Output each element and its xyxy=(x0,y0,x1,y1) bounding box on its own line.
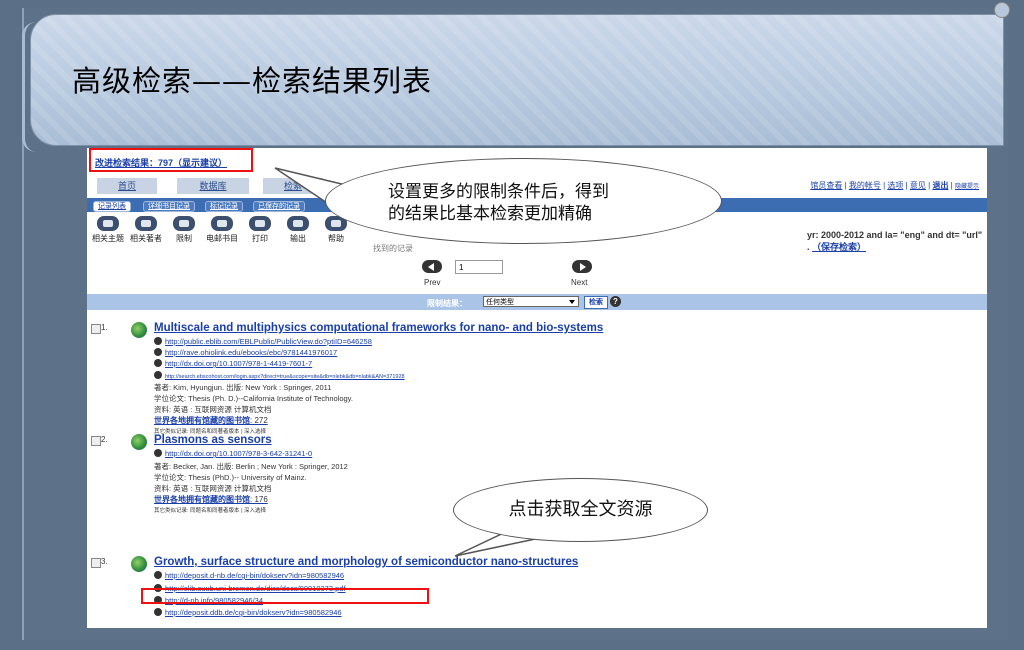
next-label[interactable]: Next xyxy=(571,278,587,287)
record-title[interactable]: Multiscale and multiphysics computationa… xyxy=(154,322,603,334)
slide-title: 高级检索——检索结果列表 xyxy=(72,64,433,98)
link-my-account[interactable]: 我的帐号 xyxy=(849,181,881,190)
holdings-link[interactable]: 世界各地拥有馆藏的图书馆: 272 xyxy=(154,415,268,426)
fulltext-link[interactable]: http://deposit.ddb.de/cgi-bin/dokserv?id… xyxy=(154,608,342,617)
email-button[interactable]: 电邮书目 xyxy=(203,216,241,244)
record-number: 3. xyxy=(101,557,108,566)
limit-icon xyxy=(173,216,195,231)
subtab-marked-records[interactable]: 标记记录 xyxy=(205,201,243,212)
tab-database[interactable]: 数据库 xyxy=(177,178,249,194)
page-input[interactable]: 1 xyxy=(455,260,503,274)
save-search-link[interactable]: （保存检索） xyxy=(812,242,866,252)
tab-search[interactable]: 检索 xyxy=(263,178,323,194)
record-thesis: 学位论文: Thesis (PhD.)-- University of Main… xyxy=(154,473,307,482)
fulltext-link-highlight xyxy=(141,588,429,604)
globe-icon xyxy=(131,434,147,450)
pager: 1 Prev Next xyxy=(87,260,987,294)
callout-top-line1: 设置更多的限制条件后，得到 xyxy=(388,182,609,202)
export-button[interactable]: 输出 xyxy=(279,216,317,244)
record-author: 著者: Kim, Hyungjun. 出版: New York : Spring… xyxy=(154,383,332,392)
print-icon xyxy=(249,216,271,231)
related-subjects-button[interactable]: 相关主题 xyxy=(89,216,127,244)
callout-top-line2: 的结果比基本检索更加精确 xyxy=(388,204,592,224)
link-hide-tips[interactable]: 隐藏提示 xyxy=(955,184,979,190)
top-links: 馆员查看 | 我的帐号 | 选项 | 意见 | 退出 | 隐藏提示 xyxy=(810,181,979,190)
next-arrow-icon[interactable] xyxy=(572,260,592,273)
record-author: 著者: Becker, Jan. 出版: Berlin ; New York :… xyxy=(154,462,348,471)
subtab-detailed-record[interactable]: 详细书目记录 xyxy=(143,201,195,212)
holdings-label: 世界各地拥有馆藏的图书馆 xyxy=(154,416,250,425)
tab-home[interactable]: 首页 xyxy=(97,178,157,194)
email-icon xyxy=(211,216,233,231)
record-resource: 资料: 英语 : 互联网资源 计算机文档 xyxy=(154,484,272,493)
record-title[interactable]: Growth, surface structure and morphology… xyxy=(154,556,578,568)
callout-fulltext: 点击获取全文资源 xyxy=(453,478,708,542)
link-options[interactable]: 选项 xyxy=(887,181,903,190)
record-number: 2. xyxy=(101,435,108,444)
holdings-count: : 176 xyxy=(250,495,268,504)
holdings-label: 世界各地拥有馆藏的图书馆 xyxy=(154,495,250,504)
limit-button[interactable]: 限制 xyxy=(165,216,203,244)
subtab-record-list[interactable]: 记录列表 xyxy=(93,201,131,212)
scroll-curl-decoration xyxy=(22,22,43,152)
prev-arrow-icon[interactable] xyxy=(422,260,442,273)
record-checkbox[interactable] xyxy=(91,324,101,334)
globe-icon xyxy=(131,322,147,338)
similar-records[interactable]: 其它类似记录: 同题名和同著者版本 | 深入选择 xyxy=(154,506,266,514)
fulltext-link[interactable]: http://rave.ohiolink.edu/ebooks/ebc/9781… xyxy=(154,348,337,357)
holdings-link[interactable]: 世界各地拥有馆藏的图书馆: 176 xyxy=(154,494,268,505)
filter-label: 限制结果： xyxy=(427,299,467,308)
export-icon xyxy=(287,216,309,231)
query-summary: yr: 2000-2012 and la= "eng" and dt= "url… xyxy=(807,230,987,253)
record-thesis: 学位论文: Thesis (Ph. D.)--California Instit… xyxy=(154,394,353,403)
fulltext-link[interactable]: http://deposit.d-nb.de/cgi-bin/dokserv?i… xyxy=(154,571,344,580)
callout-more-limits: 设置更多的限制条件后，得到 的结果比基本检索更加精确 xyxy=(325,158,722,244)
print-button[interactable]: 打印 xyxy=(241,216,279,244)
link-feedback[interactable]: 意见 xyxy=(910,181,926,190)
related-subjects-icon xyxy=(97,216,119,231)
related-authors-icon xyxy=(135,216,157,231)
type-select[interactable]: 任何类型 xyxy=(483,296,579,307)
fulltext-link[interactable]: http://search.ebscohost.com/login.aspx?d… xyxy=(154,371,405,380)
subtab-saved-records[interactable]: 已保存的记录 xyxy=(253,201,305,212)
filter-search-button[interactable]: 检索 xyxy=(584,296,608,309)
link-staff-view[interactable]: 馆员查看 xyxy=(810,181,842,190)
record-checkbox[interactable] xyxy=(91,558,101,568)
found-records-text: 找到的记录 xyxy=(373,244,413,253)
fulltext-link[interactable]: http://dx.doi.org/10.1007/978-3-642-3124… xyxy=(154,449,312,458)
scroll-fold-decoration xyxy=(994,2,1010,18)
results-header[interactable]: 改进检索结果：797（显示建议） xyxy=(95,156,227,169)
record-resource: 资料: 英语 : 互联网资源 计算机文档 xyxy=(154,405,272,414)
record-checkbox[interactable] xyxy=(91,436,101,446)
related-authors-button[interactable]: 相关著者 xyxy=(127,216,165,244)
help-circle-icon[interactable]: ? xyxy=(610,296,621,307)
record-title[interactable]: Plasmons as sensors xyxy=(154,434,272,446)
fulltext-link[interactable]: http://dx.doi.org/10.1007/978-1-4419-760… xyxy=(154,359,312,368)
link-logout[interactable]: 退出 xyxy=(932,181,948,190)
prev-label[interactable]: Prev xyxy=(424,278,440,287)
globe-icon xyxy=(131,556,147,572)
fulltext-link[interactable]: http://public.eblib.com/EBLPublic/Public… xyxy=(154,337,372,346)
holdings-count: : 272 xyxy=(250,416,268,425)
record-number: 1. xyxy=(101,323,108,332)
